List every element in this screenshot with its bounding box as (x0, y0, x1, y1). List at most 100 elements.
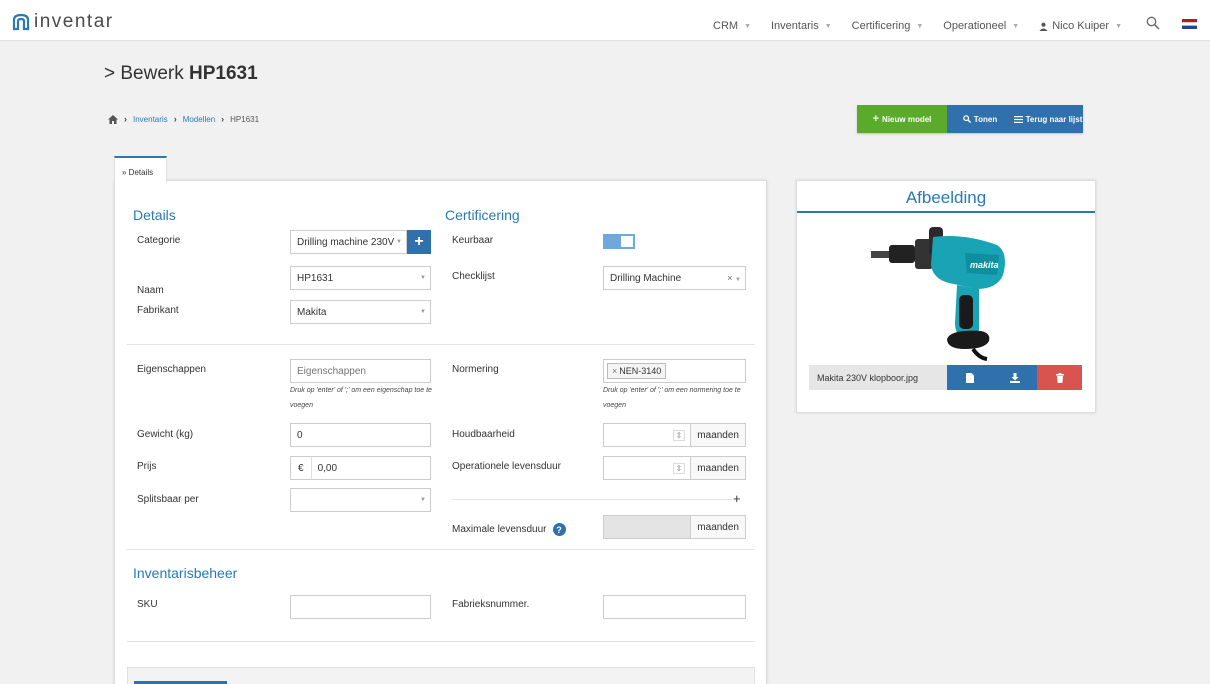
file-icon (965, 372, 974, 383)
add-category-button[interactable]: + (407, 230, 431, 254)
sku-input[interactable] (290, 595, 431, 619)
image-panel-divider (797, 211, 1095, 213)
maximale-unit: maanden (690, 516, 745, 538)
breadcrumb-modellen[interactable]: Modellen (183, 115, 215, 124)
maximale-levensduur-input: maanden (603, 515, 746, 539)
checklijst-label: Checklijst (452, 271, 495, 282)
top-navbar: inventar CRM ▼ Inventaris ▼ Certificering ▼… (0, 0, 1210, 41)
checklijst-select[interactable]: Drilling Machine × ▼ (603, 266, 746, 290)
app-logo[interactable]: inventar (12, 12, 114, 32)
categorie-value: Drilling machine 230V (297, 236, 395, 248)
currency-addon: € (291, 457, 312, 479)
add-lifetime-plus-icon[interactable]: + (733, 491, 741, 506)
number-spinner-icon[interactable]: ⇕ (672, 429, 686, 441)
caret-down-icon: ▼ (396, 239, 402, 245)
delete-file-button[interactable] (1037, 365, 1082, 390)
caret-down-icon: ▼ (824, 22, 832, 30)
plus-icon: + (872, 113, 880, 125)
view-file-button[interactable] (947, 365, 992, 390)
keurbaar-label: Keurbaar (452, 235, 494, 246)
remove-tag-icon[interactable]: × (612, 366, 617, 376)
checklijst-value: Drilling Machine (610, 272, 682, 284)
show-button[interactable]: Tonen (947, 105, 1013, 133)
user-icon (1039, 22, 1048, 31)
nav-crm-label: CRM (713, 20, 739, 32)
caret-down-icon: ▼ (420, 275, 426, 281)
breadcrumb-separator-icon: › (221, 114, 225, 124)
fabrikant-value: Makita (297, 306, 327, 318)
keurbaar-toggle[interactable] (603, 234, 635, 249)
operationele-levensduur-label: Operationele levensduur (452, 461, 561, 472)
breadcrumb-inventaris[interactable]: Inventaris (133, 115, 168, 124)
back-to-list-button[interactable]: Terug naar lijst (1013, 105, 1083, 133)
number-spinner-icon[interactable]: ⇕ (672, 462, 686, 474)
categorie-select[interactable]: Drilling machine 230V ▼ (290, 230, 407, 254)
naam-label: Naam (137, 285, 164, 296)
breadcrumb: › Inventaris › Modellen › HP1631 (108, 114, 259, 124)
nav-certificering-label: Certificering (851, 20, 911, 32)
toggle-knob (621, 236, 633, 247)
user-name: Nico Kuiper (1052, 20, 1110, 32)
normering-tags-input[interactable]: × NEN-3140 (603, 359, 746, 383)
operationele-levensduur-input[interactable]: ⇕ maanden (603, 456, 746, 480)
operationele-unit: maanden (690, 457, 745, 479)
certificering-heading: Certificering (445, 207, 520, 223)
prijs-value: 0,00 (317, 462, 338, 474)
breadcrumb-current: HP1631 (230, 114, 260, 124)
gewicht-value: 0 (297, 429, 303, 441)
search-icon (963, 115, 971, 123)
caret-down-icon: ▼ (1115, 22, 1122, 30)
product-drill-image: makita (871, 227, 1005, 361)
categorie-label: Categorie (137, 235, 181, 246)
eigenschappen-help-text: Druk op 'enter' of ';' om een eigenschap… (290, 387, 432, 409)
nav-crm[interactable]: CRM ▼ (713, 20, 751, 32)
fabrikant-label: Fabrikant (137, 305, 179, 316)
logo-icon (12, 13, 30, 31)
splitsbaar-select[interactable]: ▼ (290, 488, 431, 512)
nav-inventaris-label: Inventaris (771, 20, 819, 32)
action-button-group: + Nieuw model Tonen Terug naar lijst (857, 105, 1083, 133)
fabrieksnummer-input[interactable] (603, 595, 746, 619)
page-title-prefix: > Bewerk (104, 63, 184, 84)
new-model-button[interactable]: + Nieuw model (857, 105, 947, 133)
houdbaarheid-input[interactable]: ⇕ maanden (603, 423, 746, 447)
app-name: inventar (34, 11, 114, 32)
main-nav: CRM ▼ Inventaris ▼ Certificering ▼ Operatio… (693, 20, 1122, 32)
image-filename: Makita 230V klopboor.jpg (809, 365, 947, 390)
inventarisbeheer-heading: Inventarisbeheer (133, 565, 238, 581)
nav-certificering[interactable]: Certificering ▼ (852, 20, 924, 32)
caret-down-icon: ▼ (420, 309, 426, 315)
caret-down-icon: ▼ (735, 277, 741, 283)
download-file-button[interactable] (992, 365, 1037, 390)
divider (452, 499, 732, 500)
splitsbaar-label: Splitsbaar per (137, 494, 199, 505)
gewicht-input[interactable]: 0 (290, 423, 431, 447)
download-icon (1009, 372, 1020, 383)
naam-select[interactable]: HP1631 ▼ (290, 266, 431, 290)
clear-select-icon[interactable]: × ▼ (727, 273, 741, 283)
form-footer (127, 667, 755, 684)
nav-inventaris[interactable]: Inventaris ▼ (771, 20, 832, 32)
help-icon[interactable]: ? (552, 523, 566, 536)
eigenschappen-input[interactable] (290, 359, 431, 383)
prijs-input[interactable]: € 0,00 (290, 456, 431, 480)
nav-user-menu[interactable]: Nico Kuiper ▼ (1039, 20, 1122, 32)
caret-down-icon: ▼ (744, 22, 751, 30)
language-flag-nl-icon[interactable] (1182, 19, 1197, 29)
plus-icon: + (414, 233, 424, 250)
tab-details[interactable]: » Details (114, 156, 167, 182)
show-label: Tonen (973, 114, 998, 124)
brand-text: makita (970, 260, 999, 270)
search-icon[interactable] (1146, 16, 1160, 30)
divider (127, 549, 755, 550)
model-form-card: Details Certificering Categorie Drilling… (114, 180, 767, 684)
nav-operationeel[interactable]: Operationeel ▼ (943, 20, 1019, 32)
breadcrumb-separator-icon: › (124, 114, 127, 124)
fabrikant-select[interactable]: Makita ▼ (290, 300, 431, 324)
normering-tag[interactable]: × NEN-3140 (607, 363, 667, 379)
home-icon[interactable] (108, 114, 118, 124)
breadcrumb-separator-icon: › (173, 114, 177, 124)
sku-label: SKU (137, 599, 158, 610)
image-file-bar: Makita 230V klopboor.jpg (809, 365, 1083, 390)
eigenschappen-label: Eigenschappen (137, 364, 206, 375)
